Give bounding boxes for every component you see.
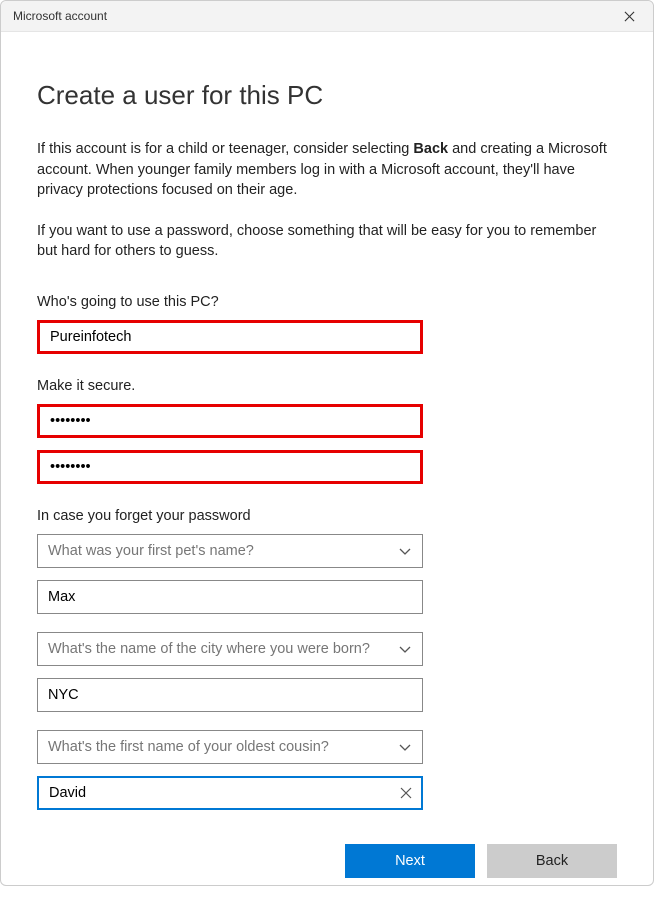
security-question-3-select[interactable]: What's the first name of your oldest cou… — [37, 730, 423, 764]
security-answer-2-input[interactable] — [37, 678, 423, 712]
close-icon — [624, 11, 635, 22]
clear-button[interactable] — [395, 782, 417, 804]
confirm-password-field-wrap — [37, 450, 423, 484]
security-question-3-text: What's the first name of your oldest cou… — [48, 739, 329, 755]
security-answer-3-wrap — [37, 776, 423, 810]
back-button[interactable]: Back — [487, 844, 617, 878]
password-input[interactable] — [37, 404, 423, 438]
next-button[interactable]: Next — [345, 844, 475, 878]
footer-buttons: Next Back — [37, 828, 617, 878]
chevron-down-icon — [398, 740, 412, 754]
chevron-down-icon — [398, 544, 412, 558]
username-label: Who's going to use this PC? — [37, 294, 617, 310]
window-title: Microsoft account — [13, 9, 107, 23]
security-question-2-select[interactable]: What's the name of the city where you we… — [37, 632, 423, 666]
dialog-window: Microsoft account Create a user for this… — [0, 0, 654, 886]
confirm-password-input[interactable] — [37, 450, 423, 484]
titlebar: Microsoft account — [1, 1, 653, 32]
close-icon — [400, 787, 412, 799]
security-answer-3-input[interactable] — [37, 776, 423, 810]
password-field-wrap — [37, 404, 423, 438]
password-label: Make it secure. — [37, 378, 617, 394]
intro-1-bold: Back — [413, 141, 448, 157]
intro-paragraph-2: If you want to use a password, choose so… — [37, 221, 617, 262]
security-questions-label: In case you forget your password — [37, 508, 617, 524]
close-button[interactable] — [607, 1, 651, 31]
username-input[interactable] — [37, 320, 423, 354]
security-answer-1-input[interactable] — [37, 580, 423, 614]
security-question-2-text: What's the name of the city where you we… — [48, 641, 370, 657]
intro-1-pre: If this account is for a child or teenag… — [37, 141, 413, 157]
content-area: Create a user for this PC If this accoun… — [1, 32, 653, 898]
security-question-1-select[interactable]: What was your first pet's name? — [37, 534, 423, 568]
page-title: Create a user for this PC — [37, 80, 617, 111]
intro-paragraph-1: If this account is for a child or teenag… — [37, 139, 617, 201]
chevron-down-icon — [398, 642, 412, 656]
security-question-1-text: What was your first pet's name? — [48, 543, 254, 559]
username-field-wrap — [37, 320, 423, 354]
